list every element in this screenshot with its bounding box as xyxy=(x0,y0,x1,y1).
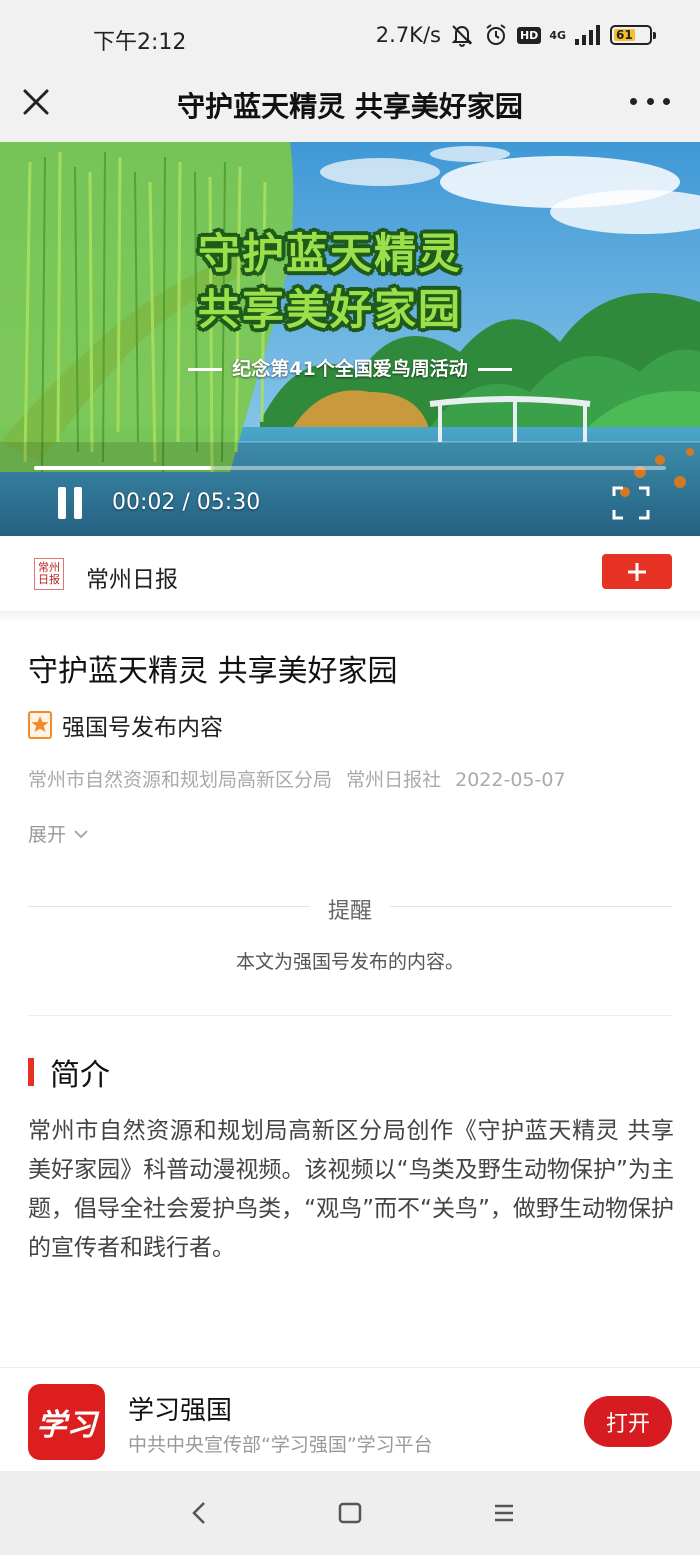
status-icons: 2.7K/s HD 4G 61 xyxy=(375,22,656,48)
alarm-icon xyxy=(483,22,509,48)
title-bar: 守护蓝天精灵 共享美好家园 xyxy=(0,78,700,142)
more-icon[interactable] xyxy=(630,86,670,116)
battery-level: 61 xyxy=(614,28,635,42)
source-row: 强国号发布内容 xyxy=(28,708,223,742)
app-description: 中共中央宣传部“学习强国”学习平台 xyxy=(128,1434,433,1456)
battery-icon: 61 xyxy=(610,25,656,45)
publisher-logo: 常州日报 xyxy=(34,558,64,590)
video-overlay-title: 守护蓝天精灵 共享美好家园 xyxy=(180,226,480,338)
section-divider xyxy=(0,612,700,622)
summary-body: 常州市自然资源和规划局高新区分局创作《守护蓝天精灵 共享美好家园》科普动漫视频。… xyxy=(28,1118,674,1261)
page-title: 守护蓝天精灵 共享美好家园 xyxy=(177,90,523,123)
publisher-row[interactable]: 常州日报 常州日报 xyxy=(0,536,700,612)
recents-icon[interactable] xyxy=(488,1497,520,1529)
system-nav-bar xyxy=(0,1471,700,1555)
star-badge-icon xyxy=(28,711,52,739)
home-icon[interactable] xyxy=(334,1497,366,1529)
notice-text: 本文为强国号发布的内容。 xyxy=(235,951,464,973)
video-overlay-subtitle: 纪念第41个全国爱鸟周活动 xyxy=(170,354,530,381)
separator xyxy=(28,1015,672,1016)
hd-icon: HD xyxy=(516,26,542,44)
meta-date: 2022-05-07 xyxy=(455,769,566,791)
mute-bell-icon xyxy=(449,22,475,48)
video-time: 00:02 / 05:30 xyxy=(112,490,261,515)
summary-title: 简介 xyxy=(50,1058,110,1093)
video-overlay-title-line2: 共享美好家园 xyxy=(197,285,462,334)
video-progress-fill xyxy=(34,466,211,470)
status-time: 下午2:12 xyxy=(93,30,187,55)
app-name: 学习强国 xyxy=(128,1396,233,1426)
meta-org: 常州日报社 xyxy=(346,769,442,791)
heading-accent-bar xyxy=(28,1058,34,1086)
fullscreen-icon[interactable] xyxy=(612,486,650,520)
video-progress-bar[interactable] xyxy=(34,466,666,470)
app-icon-text: 学习 xyxy=(36,1408,97,1443)
chevron-down-icon xyxy=(74,829,88,838)
xuexi-app-icon: 学习 xyxy=(28,1384,105,1460)
signal-icon xyxy=(574,24,602,46)
app-download-banner[interactable]: 学习 学习强国 中共中央宣传部“学习强国”学习平台 打开 xyxy=(0,1367,700,1471)
video-frame-illustration xyxy=(0,142,700,536)
publisher-name[interactable]: 常州日报 xyxy=(86,560,178,594)
network-type: 4G xyxy=(549,28,566,42)
source-label: 强国号发布内容 xyxy=(62,715,223,741)
video-overlay-title-line1: 守护蓝天精灵 xyxy=(197,229,462,278)
expand-label: 展开 xyxy=(28,824,67,846)
back-icon[interactable] xyxy=(184,1497,216,1529)
video-player[interactable]: 守护蓝天精灵 共享美好家园 纪念第41个全国爱鸟周活动 00:02 / 05:3… xyxy=(0,142,700,536)
notice-title: 提醒 xyxy=(327,899,372,924)
meta-author: 常州市自然资源和规划局高新区分局 xyxy=(28,769,333,791)
follow-button[interactable] xyxy=(602,554,672,589)
publisher-logo-text: 常州日报 xyxy=(38,561,60,586)
pause-icon[interactable] xyxy=(56,487,84,519)
open-app-button[interactable]: 打开 xyxy=(584,1396,672,1447)
article-title: 守护蓝天精灵 共享美好家园 xyxy=(28,654,398,689)
article-meta: 常州市自然资源和规划局高新区分局 常州日报社 2022-05-07 xyxy=(28,765,566,792)
expand-toggle[interactable]: 展开 xyxy=(28,820,88,847)
status-bar: 下午2:12 2.7K/s HD 4G 61 xyxy=(0,0,700,78)
summary-heading: 简介 xyxy=(28,1050,110,1094)
notice-divider: 提醒 xyxy=(28,893,672,924)
video-overlay-subtitle-text: 纪念第41个全国爱鸟周活动 xyxy=(232,358,468,380)
net-speed: 2.7K/s xyxy=(375,23,441,47)
